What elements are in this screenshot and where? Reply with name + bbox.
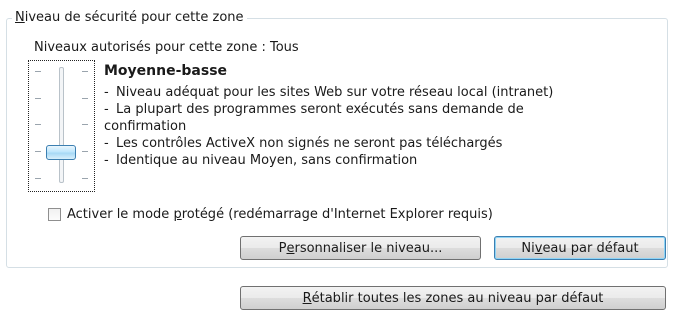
custom-level-button[interactable]: Pe rsonnaliser le niveau... (240, 236, 481, 260)
description-line: - La plupart des programmes seront exécut… (104, 102, 524, 117)
security-level-slider[interactable] (28, 60, 95, 192)
slider-tick (82, 178, 88, 179)
protected-mode-row[interactable]: Activer le mode protégé (redémarrage d'I… (48, 206, 493, 223)
description-line-continuation: confirmation (104, 119, 187, 134)
slider-tick (35, 98, 41, 99)
slider-tick (35, 71, 41, 72)
slider-track[interactable] (59, 67, 64, 183)
slider-thumb[interactable] (46, 145, 76, 160)
description-line: - Identique au niveau Moyen, sans confirm… (104, 153, 418, 168)
group-title: Niveau de sécurité pour cette zone (12, 9, 247, 26)
slider-tick (35, 124, 41, 125)
description-line: - Niveau adéquat pour les sites Web sur v… (104, 85, 554, 100)
description-line: - Les contrôles ActiveX non signés ne ser… (104, 136, 503, 151)
slider-tick (82, 71, 88, 72)
slider-tick (82, 151, 88, 152)
slider-tick (35, 178, 41, 179)
slider-tick (82, 98, 88, 99)
slider-tick (35, 151, 41, 152)
allowed-levels-label: Niveaux autorisés pour cette zone : Tous (34, 40, 299, 55)
protected-mode-checkbox[interactable] (48, 208, 61, 221)
protected-mode-label: Activer le mode protégé (redémarrage d'I… (67, 207, 493, 222)
reset-all-zones-button[interactable]: Rétablir toutes les zones au niveau par … (240, 286, 666, 310)
default-level-button[interactable]: Ni v eau par défaut (494, 236, 666, 260)
security-level-name: Moyenne-basse (104, 63, 228, 79)
slider-tick (82, 124, 88, 125)
security-level-description: - Niveau adéquat pour les sites Web sur v… (104, 84, 664, 169)
